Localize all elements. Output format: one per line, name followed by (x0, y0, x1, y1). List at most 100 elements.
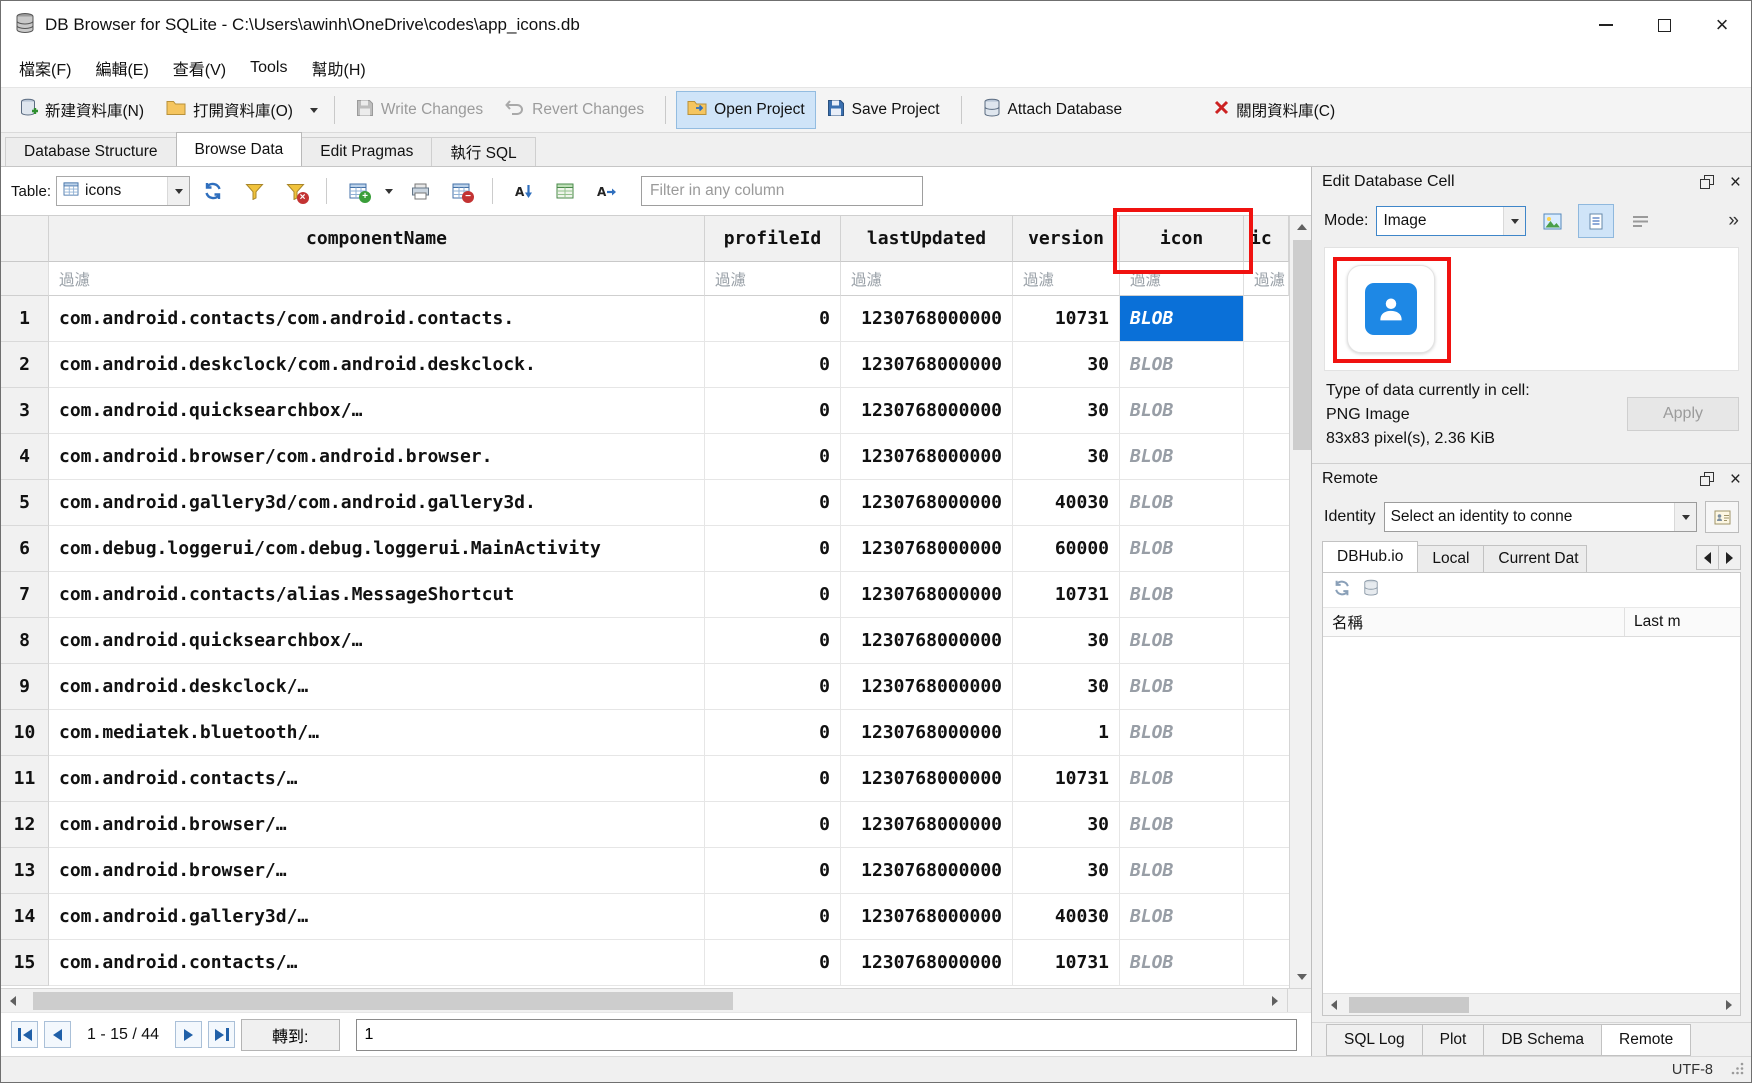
filter-componentname-input[interactable]: 過濾 (49, 262, 705, 296)
cell-version[interactable]: 10731 (1013, 296, 1120, 342)
mode-select[interactable]: Image (1376, 206, 1526, 236)
cell-icon-blob[interactable]: BLOB (1120, 342, 1244, 388)
menu-item-view[interactable]: 查看(V) (161, 50, 238, 86)
cell-version[interactable]: 30 (1013, 618, 1120, 664)
menu-item-help[interactable]: 幫助(H) (299, 50, 377, 86)
cell-lastupdated[interactable]: 1230768000000 (841, 756, 1013, 802)
next-page-button[interactable] (175, 1021, 202, 1048)
previous-page-button[interactable] (44, 1021, 71, 1048)
minimize-button[interactable] (1577, 1, 1635, 49)
cell-version[interactable]: 1 (1013, 710, 1120, 756)
cell-icon-blob[interactable]: BLOB (1120, 940, 1244, 986)
tab-browse-data[interactable]: Browse Data (176, 132, 303, 166)
cell-lastupdated[interactable]: 1230768000000 (841, 618, 1013, 664)
cell-profileid[interactable]: 0 (705, 618, 841, 664)
cell-icon-blob[interactable]: BLOB (1120, 710, 1244, 756)
cell-profileid[interactable]: 0 (705, 526, 841, 572)
cell-overflow[interactable] (1244, 342, 1289, 388)
row-number[interactable]: 2 (1, 342, 49, 388)
row-number[interactable]: 3 (1, 388, 49, 434)
cell-componentname[interactable]: com.android.browser/com.android.browser. (49, 434, 705, 480)
cell-version[interactable]: 30 (1013, 848, 1120, 894)
cell-profileid[interactable]: 0 (705, 388, 841, 434)
row-number[interactable]: 11 (1, 756, 49, 802)
cell-version[interactable]: 30 (1013, 342, 1120, 388)
column-header-clipped[interactable]: ic (1244, 216, 1289, 262)
cell-icon-blob[interactable]: BLOB (1120, 756, 1244, 802)
row-number[interactable]: 14 (1, 894, 49, 940)
remote-refresh-icon[interactable] (1333, 579, 1351, 601)
identity-select[interactable]: Select an identity to conne (1384, 502, 1697, 532)
word-wrap-button[interactable] (1622, 204, 1658, 238)
cell-version[interactable]: 10731 (1013, 940, 1120, 986)
insert-record-dropdown[interactable] (381, 175, 397, 207)
remote-column-last-modified[interactable]: Last m (1625, 608, 1740, 636)
remote-column-name[interactable]: 名稱 (1323, 608, 1625, 636)
grid-corner-cell[interactable] (1, 216, 49, 262)
cell-componentname[interactable]: com.android.quicksearchbox/… (49, 618, 705, 664)
row-number[interactable]: 15 (1, 940, 49, 986)
goto-record-input[interactable] (356, 1019, 1298, 1051)
cell-componentname[interactable]: com.android.browser/… (49, 848, 705, 894)
cell-icon-blob[interactable]: BLOB (1120, 894, 1244, 940)
column-header-version[interactable]: version (1013, 216, 1120, 262)
cell-version[interactable]: 40030 (1013, 480, 1120, 526)
cell-profileid[interactable]: 0 (705, 710, 841, 756)
cell-lastupdated[interactable]: 1230768000000 (841, 572, 1013, 618)
encoding-indicator[interactable]: UTF-8 (1672, 1062, 1713, 1078)
remote-tab-dbhub[interactable]: DBHub.io (1322, 541, 1418, 572)
maximize-button[interactable] (1635, 1, 1693, 49)
cell-profileid[interactable]: 0 (705, 342, 841, 388)
cell-lastupdated[interactable]: 1230768000000 (841, 388, 1013, 434)
open-project-button[interactable]: Open Project (676, 91, 815, 129)
remote-tab-current-database[interactable]: Current Dat (1483, 545, 1587, 572)
cell-overflow[interactable] (1244, 894, 1289, 940)
tab-scroll-right-button[interactable] (1718, 545, 1741, 570)
close-button[interactable]: × (1693, 1, 1751, 49)
row-number[interactable]: 6 (1, 526, 49, 572)
scroll-up-button[interactable] (1290, 216, 1313, 238)
cell-lastupdated[interactable]: 1230768000000 (841, 342, 1013, 388)
cell-componentname[interactable]: com.android.contacts/com.android.contact… (49, 296, 705, 342)
cell-lastupdated[interactable]: 1230768000000 (841, 802, 1013, 848)
table-select[interactable]: icons (56, 176, 190, 206)
cell-profileid[interactable]: 0 (705, 572, 841, 618)
horizontal-scrollbar[interactable] (1, 988, 1311, 1012)
float-panel-icon[interactable] (1700, 472, 1714, 486)
cell-overflow[interactable] (1244, 434, 1289, 480)
cell-version[interactable]: 30 (1013, 388, 1120, 434)
delete-record-button[interactable]: − (443, 175, 479, 207)
menu-item-edit[interactable]: 編輯(E) (83, 50, 160, 86)
scroll-right-button[interactable] (1263, 989, 1287, 1012)
cell-componentname[interactable]: com.android.deskclock/com.android.deskcl… (49, 342, 705, 388)
cell-lastupdated[interactable]: 1230768000000 (841, 664, 1013, 710)
clear-filters-button[interactable]: × (277, 175, 313, 207)
scroll-down-button[interactable] (1290, 966, 1313, 988)
cell-icon-blob[interactable]: BLOB (1120, 388, 1244, 434)
menu-item-file[interactable]: 檔案(F) (7, 50, 83, 86)
cell-version[interactable]: 40030 (1013, 894, 1120, 940)
cell-lastupdated[interactable]: 1230768000000 (841, 526, 1013, 572)
edit-display-format-button[interactable]: A (588, 175, 624, 207)
tab-scroll-left-button[interactable] (1696, 545, 1719, 570)
cell-icon-blob[interactable]: BLOB (1120, 664, 1244, 710)
cell-lastupdated[interactable]: 1230768000000 (841, 710, 1013, 756)
dock-tab-remote[interactable]: Remote (1601, 1024, 1691, 1056)
cell-version[interactable]: 30 (1013, 664, 1120, 710)
text-mode-button[interactable] (1578, 204, 1614, 238)
open-database-dropdown[interactable] (304, 94, 324, 126)
cell-overflow[interactable] (1244, 756, 1289, 802)
cell-overflow[interactable] (1244, 802, 1289, 848)
cell-profileid[interactable]: 0 (705, 480, 841, 526)
remote-horizontal-scrollbar[interactable] (1323, 993, 1740, 1015)
dock-tab-db-schema[interactable]: DB Schema (1483, 1024, 1602, 1056)
filter-version-input[interactable]: 過濾 (1013, 262, 1120, 296)
filter-icon-input[interactable]: 過濾 (1120, 262, 1244, 296)
cell-icon-blob[interactable]: BLOB (1120, 434, 1244, 480)
cell-overflow[interactable] (1244, 296, 1289, 342)
revert-changes-button[interactable]: Revert Changes (494, 91, 655, 129)
scroll-left-button[interactable] (1, 989, 25, 1012)
last-page-button[interactable] (208, 1021, 235, 1048)
first-page-button[interactable] (11, 1021, 38, 1048)
write-changes-button[interactable]: Write Changes (345, 91, 494, 130)
